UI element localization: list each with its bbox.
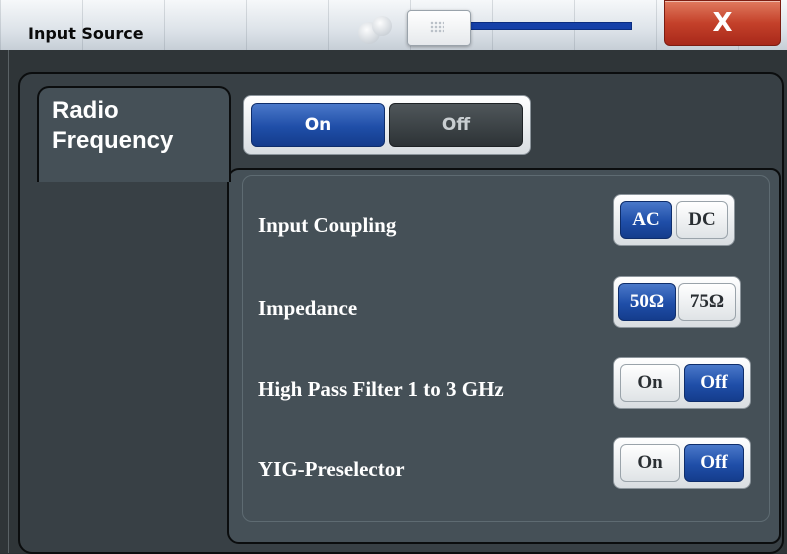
high-pass-filter-toggle: On Off: [613, 357, 751, 409]
input-coupling-ac-button[interactable]: AC: [620, 201, 672, 239]
impedance-75-button[interactable]: 75Ω: [678, 283, 736, 321]
transparency-slider-track[interactable]: [470, 22, 632, 30]
close-button[interactable]: X: [664, 0, 781, 46]
transparency-slider-thumb[interactable]: [407, 10, 471, 46]
radio-frequency-toggle: On Off: [243, 95, 531, 155]
bubbles-decoration: [358, 10, 398, 46]
input-coupling-label: Input Coupling: [258, 213, 397, 237]
high-pass-filter-on-button[interactable]: On: [620, 364, 680, 402]
rf-on-button[interactable]: On: [251, 103, 385, 147]
high-pass-filter-label: High Pass Filter 1 to 3 GHz: [258, 377, 504, 401]
yig-preselector-on-button[interactable]: On: [620, 444, 680, 482]
impedance-50-button[interactable]: 50Ω: [618, 283, 676, 321]
title-bar: Input Source X: [0, 0, 787, 50]
high-pass-filter-off-button[interactable]: Off: [684, 364, 744, 402]
impedance-toggle: 50Ω 75Ω: [613, 276, 741, 328]
yig-preselector-toggle: On Off: [613, 437, 751, 489]
impedance-label: Impedance: [258, 296, 358, 320]
rf-off-button[interactable]: Off: [389, 103, 523, 147]
tab-radio-frequency-label: Radio Frequency: [52, 97, 174, 154]
input-coupling-toggle: AC DC: [613, 194, 735, 246]
yig-preselector-label: YIG-Preselector: [258, 457, 405, 481]
yig-preselector-off-button[interactable]: Off: [684, 444, 744, 482]
input-coupling-dc-button[interactable]: DC: [676, 201, 728, 239]
dialog-title: Input Source: [28, 24, 144, 43]
